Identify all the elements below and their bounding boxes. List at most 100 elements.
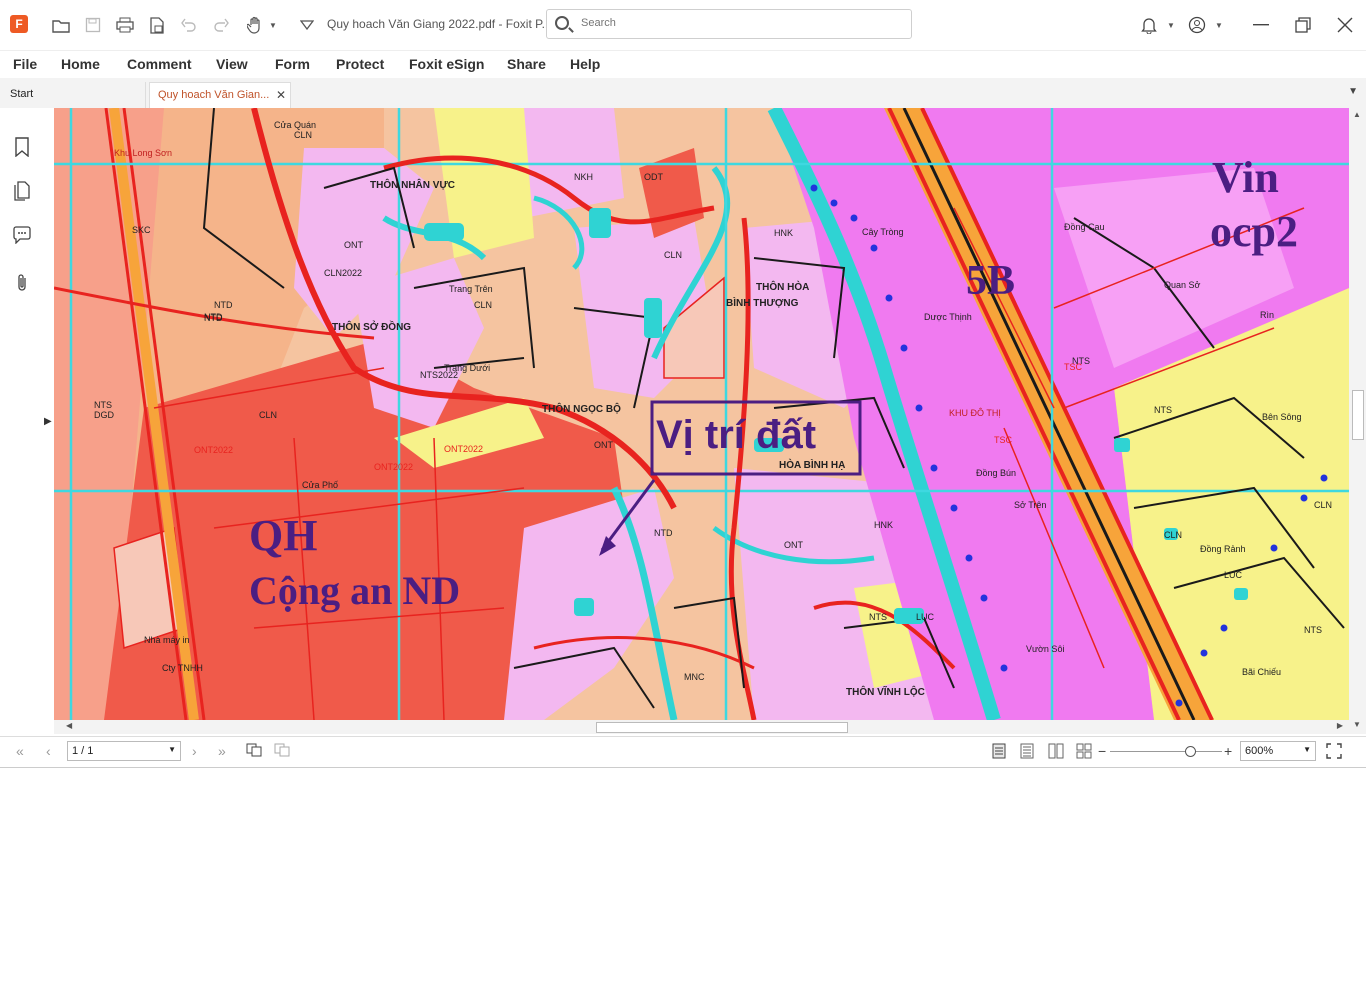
zoom-slider-knob[interactable] — [1185, 746, 1196, 757]
map-label: Cty TNHH — [162, 663, 203, 673]
map-code: NTD — [204, 312, 223, 322]
menu-protect[interactable]: Protect — [336, 56, 384, 72]
bell-dropdown-icon[interactable]: ▼ — [1160, 14, 1182, 36]
zoom-slider[interactable] — [1110, 751, 1222, 752]
zoom-in-icon[interactable]: + — [1224, 743, 1232, 759]
tab-close-icon[interactable]: ✕ — [276, 88, 286, 102]
horizontal-scrollbar[interactable]: ◀ ▶ — [54, 720, 1349, 734]
vertical-scrollbar[interactable]: ▲ ▼ — [1349, 108, 1366, 734]
map-label: Cửa Phố — [302, 480, 338, 490]
map-code: ONT — [344, 240, 364, 250]
map-code: LUC — [1224, 570, 1243, 580]
vertical-scroll-thumb[interactable] — [1352, 390, 1364, 440]
account-icon[interactable] — [1186, 14, 1208, 36]
map-label: Bên Sông — [1262, 412, 1302, 422]
map-code: CLN — [474, 300, 492, 310]
close-icon[interactable] — [1334, 14, 1356, 36]
search-box[interactable] — [546, 9, 912, 39]
redo-icon[interactable] — [210, 14, 232, 36]
hand-tool-dropdown-icon[interactable]: ▼ — [262, 14, 284, 36]
tab-bar: Start Quy hoach Văn Gian... ✕ ▼ — [0, 78, 1366, 109]
zoom-level-field[interactable]: 600% ▼ — [1240, 741, 1316, 761]
menu-form[interactable]: Form — [275, 56, 310, 72]
attachment-icon[interactable] — [12, 272, 32, 294]
map-code: CLN — [664, 250, 682, 260]
map-code: ONT — [784, 540, 804, 550]
account-dropdown-icon[interactable]: ▼ — [1208, 14, 1230, 36]
map-code: NTS — [869, 612, 887, 622]
map-code: NTS — [1304, 625, 1322, 635]
save-icon[interactable] — [82, 14, 104, 36]
open-folder-icon[interactable] — [50, 14, 72, 36]
map-code: NKH — [574, 172, 593, 182]
map-code: ONT2022 — [374, 462, 413, 472]
undo-icon[interactable] — [178, 14, 200, 36]
map-label: BÌNH THƯỢNG — [726, 296, 799, 309]
map-label: HÒA BÌNH HẠ — [779, 458, 845, 471]
document-page-view[interactable]: Cửa Quán Khu Long Sơn THÔN NHÂN VỰC THÔN… — [54, 108, 1349, 720]
next-view-icon[interactable] — [274, 743, 290, 760]
tab-document[interactable]: Quy hoach Văn Gian... ✕ — [149, 82, 291, 108]
bell-icon[interactable] — [1138, 14, 1160, 36]
map-code: ONT — [594, 440, 614, 450]
fullscreen-icon[interactable] — [1326, 743, 1342, 762]
first-page-icon[interactable]: « — [16, 743, 24, 759]
tab-start[interactable]: Start — [2, 82, 146, 108]
customize-dropdown-icon[interactable] — [296, 14, 318, 36]
menu-share[interactable]: Share — [507, 56, 546, 72]
zoom-out-icon[interactable]: − — [1098, 743, 1106, 759]
print-icon[interactable] — [114, 14, 136, 36]
map-code: CLN — [1314, 500, 1332, 510]
previous-page-icon[interactable]: ‹ — [46, 743, 51, 759]
road-5b-label: 5B — [966, 258, 1015, 304]
map-code: NTS2022 — [420, 370, 458, 380]
ocp2-label: ocp2 — [1210, 207, 1298, 256]
comments-icon[interactable] — [12, 224, 32, 246]
menu-bar: File Home Comment View Form Protect Foxi… — [0, 50, 1366, 79]
map-code: MNC — [684, 672, 705, 682]
panel-expand-icon[interactable]: ▶ — [44, 416, 52, 427]
menu-comment[interactable]: Comment — [127, 56, 192, 72]
map-label: Trang Trên — [449, 284, 493, 294]
pages-icon[interactable] — [12, 180, 32, 202]
tab-list-dropdown-icon[interactable]: ▼ — [1348, 86, 1358, 97]
scroll-down-icon[interactable]: ▼ — [1353, 720, 1361, 729]
menu-help[interactable]: Help — [570, 56, 600, 72]
page-dropdown-icon[interactable]: ▼ — [168, 745, 176, 754]
menu-foxit-esign[interactable]: Foxit eSign — [409, 56, 484, 72]
facing-page-icon[interactable] — [1048, 743, 1064, 762]
search-input[interactable] — [579, 16, 903, 30]
create-pdf-icon[interactable] — [146, 14, 168, 36]
continuous-facing-icon[interactable] — [1076, 743, 1092, 762]
page-number-field[interactable]: 1 / 1 ▼ — [67, 741, 181, 761]
menu-home[interactable]: Home — [61, 56, 100, 72]
map-label: Đồng Cau — [1064, 222, 1105, 232]
continuous-page-icon[interactable] — [1020, 743, 1034, 762]
bookmark-icon[interactable] — [12, 136, 32, 158]
map-label: KHU ĐÔ THỊ — [949, 408, 1001, 418]
single-page-icon[interactable] — [992, 743, 1006, 762]
scroll-left-icon[interactable]: ◀ — [66, 721, 72, 730]
scroll-right-icon[interactable]: ▶ — [1337, 721, 1343, 730]
foxit-logo-icon[interactable]: F — [10, 15, 28, 33]
tab-start-label: Start — [10, 88, 34, 100]
menu-view[interactable]: View — [216, 56, 248, 72]
zoom-dropdown-icon[interactable]: ▼ — [1303, 745, 1311, 754]
previous-view-icon[interactable] — [246, 743, 262, 760]
scroll-up-icon[interactable]: ▲ — [1353, 110, 1361, 119]
map-label: THÔN VĨNH LỘC — [846, 685, 925, 698]
map-label: Dược Thịnh — [924, 312, 972, 322]
map-code: ONT2022 — [444, 444, 483, 454]
map-code: CLN — [294, 130, 312, 140]
last-page-icon[interactable]: » — [218, 743, 226, 759]
map-code: HNK — [874, 520, 893, 530]
map-code: ODT — [644, 172, 664, 182]
map-label: Khu Long Sơn — [114, 148, 172, 158]
horizontal-scroll-thumb[interactable] — [596, 722, 848, 733]
map-code: NTS — [1154, 405, 1172, 415]
menu-file[interactable]: File — [13, 56, 37, 72]
minimize-icon[interactable] — [1250, 14, 1272, 36]
map-code: DGD — [94, 410, 115, 420]
next-page-icon[interactable]: › — [192, 743, 197, 759]
restore-icon[interactable] — [1292, 14, 1314, 36]
